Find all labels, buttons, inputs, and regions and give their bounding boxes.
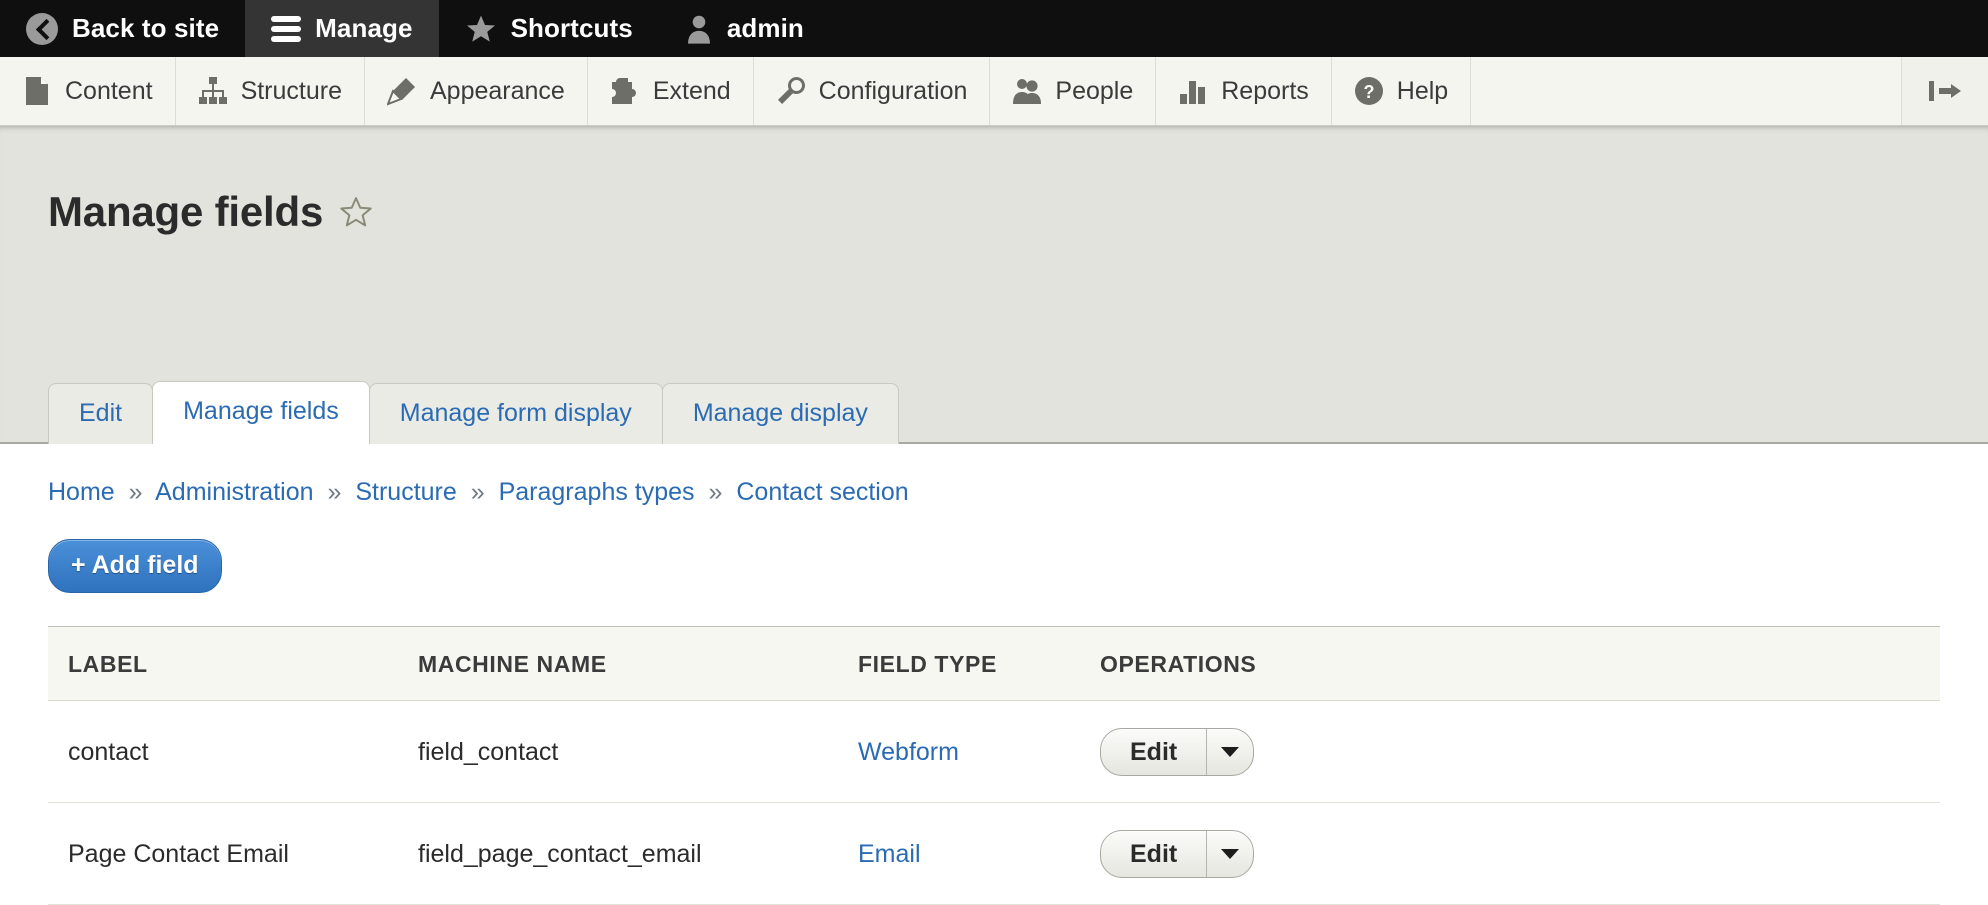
breadcrumb-separator: »: [327, 478, 342, 506]
cell-operations: Edit: [1100, 802, 1940, 905]
toolbar-item-label: admin: [726, 13, 804, 43]
people-icon: [1012, 76, 1042, 106]
table-row: contact field_contact Webform Edit: [48, 700, 1940, 803]
menu-item-people[interactable]: People: [990, 57, 1157, 125]
operations-dropdown-toggle[interactable]: [1207, 729, 1253, 775]
table-row: Page Contact Email field_page_contact_em…: [48, 802, 1940, 905]
cell-label: Page Contact Email: [48, 802, 418, 905]
menu-item-content[interactable]: Content: [0, 57, 176, 125]
toolbar-item-back-to-site[interactable]: Back to site: [0, 0, 245, 57]
fields-table-body: contact field_contact Webform Edit Page …: [48, 700, 1940, 905]
menu-item-label: Structure: [240, 76, 342, 105]
wrench-icon: [776, 76, 806, 106]
back-circle-icon: [26, 12, 58, 45]
toolbar-item-shortcuts[interactable]: Shortcuts: [439, 0, 659, 57]
breadcrumb-separator: »: [470, 478, 485, 506]
operations-dropdown-toggle[interactable]: [1207, 831, 1253, 877]
admin-toolbar: Back to site Manage Shortcuts admin: [0, 0, 1988, 57]
puzzle-icon: [610, 76, 640, 106]
tab-edit[interactable]: Edit: [48, 383, 154, 444]
breadcrumb-separator: »: [128, 478, 143, 506]
svg-text:?: ?: [1363, 82, 1374, 102]
breadcrumb-separator: »: [708, 478, 723, 506]
operations-split-button: Edit: [1100, 728, 1255, 776]
toolbar-item-label: Manage: [315, 13, 413, 43]
admin-menu-bar: Content Structure Appearance Extend Conf…: [0, 57, 1988, 126]
star-icon: [465, 13, 497, 45]
cell-field-type: Email: [858, 802, 1100, 905]
main-content: Home » Administration » Structure » Para…: [0, 444, 1988, 905]
cell-machine-name: field_contact: [418, 700, 858, 803]
menu-item-configuration[interactable]: Configuration: [754, 57, 991, 125]
edit-button[interactable]: Edit: [1101, 729, 1208, 775]
collapse-left-icon[interactable]: [1902, 57, 1988, 125]
breadcrumb-item-home[interactable]: Home: [48, 478, 115, 506]
menu-item-extend[interactable]: Extend: [588, 57, 754, 125]
tab-label: Manage fields: [183, 397, 339, 425]
toolbar-item-label: Shortcuts: [510, 13, 633, 43]
column-header-operations: OPERATIONS: [1100, 626, 1940, 701]
tab-manage-fields[interactable]: Manage fields: [152, 381, 370, 444]
question-circle-icon: ?: [1354, 76, 1384, 106]
menu-item-label: Appearance: [430, 76, 565, 105]
toolbar-item-manage[interactable]: Manage: [245, 0, 439, 57]
breadcrumb-item-administration[interactable]: Administration: [155, 478, 313, 506]
fields-table-head: LABEL MACHINE NAME FIELD TYPE OPERATIONS: [48, 626, 1940, 701]
tab-label: Edit: [79, 399, 123, 427]
menu-item-appearance[interactable]: Appearance: [365, 57, 588, 125]
tab-manage-form-display[interactable]: Manage form display: [368, 383, 663, 444]
field-type-link[interactable]: Webform: [858, 738, 959, 766]
toolbar-item-admin-account[interactable]: admin: [659, 0, 830, 57]
field-type-link[interactable]: Email: [858, 840, 921, 868]
menu-item-label: Reports: [1221, 76, 1309, 105]
page-header-band: Manage fields Edit Manage fields Manage …: [0, 126, 1988, 444]
menu-item-structure[interactable]: Structure: [176, 57, 365, 125]
cell-machine-name: field_page_contact_email: [418, 802, 858, 905]
column-header-machine-name: MACHINE NAME: [418, 626, 858, 701]
menu-item-help[interactable]: ? Help: [1332, 57, 1472, 125]
menu-item-label: Extend: [652, 76, 731, 105]
column-header-label: LABEL: [48, 626, 418, 701]
menu-item-label: Content: [65, 76, 153, 105]
document-icon: [22, 76, 52, 106]
tab-label: Manage display: [692, 399, 868, 427]
breadcrumb-item-paragraphs-types[interactable]: Paragraphs types: [499, 478, 695, 506]
menu-item-label: People: [1055, 76, 1134, 105]
cell-label: contact: [48, 700, 418, 803]
toolbar-item-label: Back to site: [72, 13, 220, 43]
menu-item-label: Help: [1396, 76, 1449, 105]
sitemap-icon: [198, 76, 228, 106]
star-outline-icon[interactable]: [339, 195, 373, 229]
chevron-down-icon: [1221, 849, 1240, 859]
chevron-down-icon: [1221, 747, 1240, 757]
menu-bar-spacer: [1471, 57, 1902, 125]
menu-item-label: Configuration: [818, 76, 968, 105]
breadcrumb-item-structure[interactable]: Structure: [355, 478, 456, 506]
edit-button[interactable]: Edit: [1101, 831, 1208, 877]
operations-split-button: Edit: [1100, 830, 1255, 878]
breadcrumb: Home » Administration » Structure » Para…: [48, 444, 1940, 507]
column-header-field-type: FIELD TYPE: [858, 626, 1100, 701]
cell-field-type: Webform: [858, 700, 1100, 803]
page-title: Manage fields: [48, 188, 324, 235]
cell-operations: Edit: [1100, 700, 1940, 803]
add-field-button[interactable]: + Add field: [48, 539, 222, 593]
tab-label: Manage form display: [399, 399, 632, 427]
table-header-row: LABEL MACHINE NAME FIELD TYPE OPERATIONS: [48, 626, 1940, 701]
primary-tabs: Edit Manage fields Manage form display M…: [48, 379, 899, 444]
bar-chart-icon: [1178, 76, 1208, 106]
paintbrush-icon: [387, 76, 417, 106]
menu-item-reports[interactable]: Reports: [1156, 57, 1332, 125]
fields-table: LABEL MACHINE NAME FIELD TYPE OPERATIONS…: [48, 626, 1940, 905]
hamburger-icon: [271, 15, 302, 42]
tab-manage-display[interactable]: Manage display: [661, 383, 899, 444]
page-title-row: Manage fields: [0, 126, 1988, 236]
user-icon: [685, 13, 713, 45]
breadcrumb-item-contact-section[interactable]: Contact section: [736, 478, 908, 506]
